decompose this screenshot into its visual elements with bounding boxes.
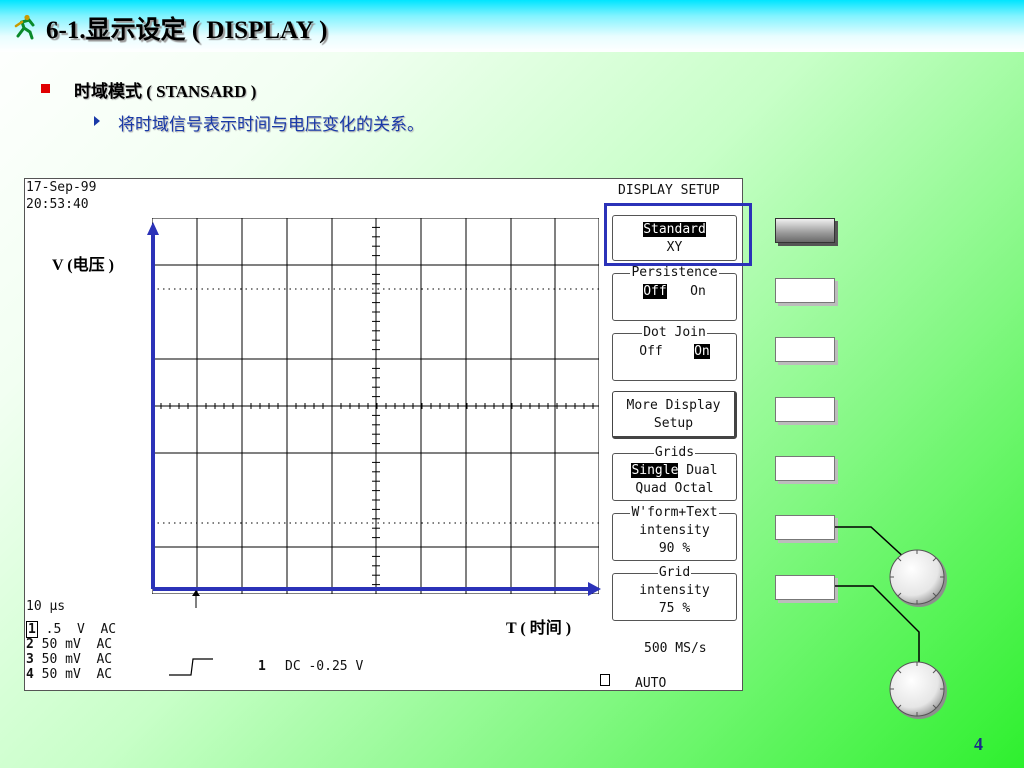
channel-row: 4 50 mV AC [26,667,116,682]
channel-row: 2 50 mV AC [26,637,116,652]
trigger-position-arrow [192,590,200,608]
persistence-on-option: On [690,284,706,299]
panel-button-5[interactable] [775,456,835,481]
bullet-text: 时域模式 ( STANSARD ) [74,82,257,101]
sub-bullet-text: 将时域信号表示时间与电压变化的关系。 [118,115,424,134]
trigger-level: DC -0.25 V [285,659,364,674]
rising-edge-icon [169,658,213,676]
waveform-intensity-label: W'form+Text [630,505,719,520]
softkey-more-display-setup[interactable]: More Display Setup [612,391,737,439]
trigger-channel: 1 [258,659,266,674]
more-display-line1: More Display [626,398,721,413]
more-display-line2: Setup [653,416,694,431]
triangle-bullet-icon [94,116,100,126]
channel-row: 1 .5 V AC [26,621,117,638]
softkey-persistence[interactable]: Persistence Off On [612,265,737,321]
channel-settings: 50 mV AC [33,667,113,682]
trigger-mode: AUTO [635,676,667,691]
panel-button-6[interactable] [775,515,835,540]
softkey-waveform-intensity[interactable]: W'form+Text intensity 90 % [612,505,737,561]
dot-join-off-option: Off [639,344,663,359]
grid-intensity-text: intensity [639,583,710,598]
bullet-square-icon [41,84,50,93]
page-title: 6-1.显示设定 ( DISPLAY ) [46,17,328,44]
channel-settings: 50 mV AC [33,652,113,667]
time-axis-label: T ( 时间 ) [506,620,572,637]
persistence-label: Persistence [630,265,719,280]
timebase-readout: 10 μs [26,599,66,614]
voltage-axis-label: V (电压 ) [52,257,114,274]
panel-button-3[interactable] [775,337,835,362]
grids-octal-option: Octal [674,481,714,496]
panel-button-1[interactable] [775,218,835,243]
panel-button-2[interactable] [775,278,835,303]
grid-intensity-label: Grid [657,565,692,580]
grids-label: Grids [653,445,696,460]
panel-button-4[interactable] [775,397,835,422]
trigger-status-box-icon [600,674,610,686]
axes-arrows [147,222,601,596]
panel-button-7[interactable] [775,575,835,600]
channel-number: 2 [26,637,34,652]
channel-row: 3 50 mV AC [26,652,116,667]
scope-time: 20:53:40 [26,197,89,212]
channel-settings: .5 V AC [37,622,117,637]
running-figure-icon [14,14,35,40]
softkey-grid-intensity[interactable]: Grid intensity 75 % [612,565,737,621]
channel-number: 1 [26,621,38,638]
dot-join-on-option: On [694,344,710,359]
grids-single-option: Single [631,463,679,478]
grids-quad-option: Quad [635,481,667,496]
menu-title: DISPLAY SETUP [618,183,720,198]
waveform-intensity-value: 90 % [658,541,691,556]
grids-dual-option: Dual [686,463,718,478]
channel-number: 4 [26,667,34,682]
dot-join-label: Dot Join [642,325,707,340]
softkey-grids[interactable]: Grids Single Dual Quad Octal [612,445,737,501]
channel-settings: 50 mV AC [33,637,113,652]
channel-number: 3 [26,652,34,667]
grid-intensity-value: 75 % [658,601,691,616]
waveform-intensity-text: intensity [639,523,710,538]
rotary-knob-icon[interactable] [888,548,954,614]
channel-list: 1 .5 V AC 2 50 mV AC 3 50 mV AC 4 50 mV … [26,621,117,682]
selection-highlight-frame [604,203,752,266]
softkey-dot-join[interactable]: Dot Join Off On [612,325,737,381]
scope-date: 17-Sep-99 [26,180,97,195]
page-number: 4 [974,734,983,754]
sample-rate: 500 MS/s [644,641,707,656]
persistence-off-option: Off [643,284,667,299]
rotary-knob-icon[interactable] [888,660,954,726]
